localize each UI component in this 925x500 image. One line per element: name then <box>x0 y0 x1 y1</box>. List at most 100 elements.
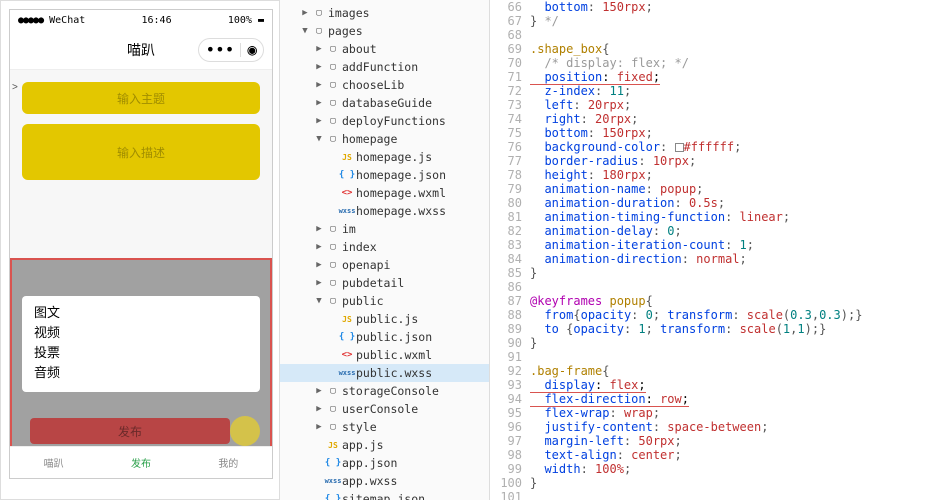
code-line[interactable]: margin-left: 50rpx; <box>530 434 925 448</box>
disclosure-arrow-icon[interactable]: ▼ <box>314 296 324 306</box>
popup-option[interactable]: 视频 <box>34 324 248 344</box>
code-line[interactable]: height: 180rpx; <box>530 168 925 182</box>
popup-menu: 图文 视频 投票 音频 <box>22 296 260 392</box>
code-line[interactable]: justify-content: space-between; <box>530 420 925 434</box>
tree-folder[interactable]: ▶▢images <box>280 4 489 22</box>
popup-option[interactable]: 图文 <box>34 304 248 324</box>
code-line[interactable]: animation-duration: 0.5s; <box>530 196 925 210</box>
popup-option[interactable]: 音频 <box>34 364 248 384</box>
code-line[interactable]: animation-name: popup; <box>530 182 925 196</box>
code-line[interactable]: /* display: flex; */ <box>530 56 925 70</box>
code-line[interactable]: .shape_box{ <box>530 42 925 56</box>
tree-folder[interactable]: ▶▢pubdetail <box>280 274 489 292</box>
code-line[interactable] <box>530 350 925 364</box>
tree-file[interactable]: wxsspublic.wxss <box>280 364 489 382</box>
code-content[interactable]: bottom: 150rpx;} */ .shape_box{ /* displ… <box>530 0 925 500</box>
code-line[interactable]: animation-direction: normal; <box>530 252 925 266</box>
code-line[interactable]: bottom: 150rpx; <box>530 126 925 140</box>
tree-folder[interactable]: ▶▢userConsole <box>280 400 489 418</box>
code-line[interactable] <box>530 28 925 42</box>
disclosure-arrow-icon[interactable]: ▶ <box>314 62 324 72</box>
capsule-button[interactable]: ••• ◉ <box>198 38 264 62</box>
disclosure-arrow-icon[interactable]: ▼ <box>300 26 310 36</box>
code-line[interactable]: flex-direction: row; <box>530 392 925 406</box>
code-line[interactable]: bottom: 150rpx; <box>530 0 925 14</box>
tree-folder[interactable]: ▼▢homepage <box>280 130 489 148</box>
tree-file[interactable]: JSpublic.js <box>280 310 489 328</box>
disclosure-arrow-icon[interactable]: ▶ <box>314 224 324 234</box>
code-editor[interactable]: 6667686970717273747576777879808182838485… <box>490 0 925 500</box>
tree-file[interactable]: <>homepage.wxml <box>280 184 489 202</box>
disclosure-arrow-icon[interactable]: ▼ <box>314 134 324 144</box>
tree-folder[interactable]: ▶▢addFunction <box>280 58 489 76</box>
more-icon[interactable]: ••• <box>205 40 234 59</box>
tree-folder[interactable]: ▶▢about <box>280 40 489 58</box>
tree-folder[interactable]: ▶▢deployFunctions <box>280 112 489 130</box>
file-tree-panel[interactable]: ▶▢images▼▢pages▶▢about▶▢addFunction▶▢cho… <box>280 0 490 500</box>
tree-folder[interactable]: ▶▢im <box>280 220 489 238</box>
code-line[interactable]: } <box>530 266 925 280</box>
disclosure-arrow-icon[interactable]: ▶ <box>314 98 324 108</box>
code-line[interactable]: } */ <box>530 14 925 28</box>
publish-button[interactable]: 发布 <box>30 418 230 444</box>
tree-folder[interactable]: ▶▢index <box>280 238 489 256</box>
code-line[interactable]: } <box>530 476 925 490</box>
disclosure-arrow-icon[interactable]: ▶ <box>314 422 324 432</box>
desc-input[interactable]: 输入描述 <box>22 124 260 180</box>
tree-file[interactable]: { }homepage.json <box>280 166 489 184</box>
code-line[interactable]: width: 100%; <box>530 462 925 476</box>
tree-folder[interactable]: ▼▢pages <box>280 22 489 40</box>
code-line[interactable]: from{opacity: 0; transform: scale(0.3,0.… <box>530 308 925 322</box>
code-line[interactable]: animation-delay: 0; <box>530 224 925 238</box>
disclosure-arrow-icon[interactable]: ▶ <box>314 80 324 90</box>
disclosure-arrow-icon[interactable]: ▶ <box>314 404 324 414</box>
disclosure-arrow-icon[interactable]: ▶ <box>300 8 310 18</box>
code-line[interactable]: animation-iteration-count: 1; <box>530 238 925 252</box>
tab-item[interactable]: 发布 <box>131 455 151 470</box>
tree-folder[interactable]: ▶▢storageConsole <box>280 382 489 400</box>
code-line[interactable] <box>530 490 925 500</box>
tree-file[interactable]: JShomepage.js <box>280 148 489 166</box>
code-line[interactable]: } <box>530 336 925 350</box>
popup-option[interactable]: 投票 <box>34 344 248 364</box>
code-line[interactable]: display: flex; <box>530 378 925 392</box>
code-line[interactable]: @keyframes popup{ <box>530 294 925 308</box>
tree-file[interactable]: wxsshomepage.wxss <box>280 202 489 220</box>
tab-item[interactable]: 我的 <box>218 455 238 470</box>
fab-button[interactable] <box>230 416 260 446</box>
file-label: index <box>342 240 377 254</box>
disclosure-arrow-icon[interactable]: ▶ <box>314 242 324 252</box>
tree-file[interactable]: JSapp.js <box>280 436 489 454</box>
code-line[interactable]: left: 20rpx; <box>530 98 925 112</box>
target-icon[interactable]: ◉ <box>247 40 257 59</box>
disclosure-arrow-icon[interactable]: ▶ <box>314 116 324 126</box>
code-line[interactable]: background-color: #ffffff; <box>530 140 925 154</box>
tree-folder[interactable]: ▼▢public <box>280 292 489 310</box>
tree-folder[interactable]: ▶▢style <box>280 418 489 436</box>
code-line[interactable]: text-align: center; <box>530 448 925 462</box>
tree-file[interactable]: <>public.wxml <box>280 346 489 364</box>
tree-file[interactable]: { }sitemap.json <box>280 490 489 500</box>
code-line[interactable]: border-radius: 10rpx; <box>530 154 925 168</box>
disclosure-arrow-icon[interactable]: ▶ <box>314 386 324 396</box>
tree-folder[interactable]: ▶▢openapi <box>280 256 489 274</box>
code-line[interactable]: .bag-frame{ <box>530 364 925 378</box>
disclosure-arrow-icon[interactable]: ▶ <box>314 278 324 288</box>
code-line[interactable]: z-index: 11; <box>530 84 925 98</box>
disclosure-arrow-icon[interactable]: ▶ <box>314 260 324 270</box>
code-line[interactable]: animation-timing-function: linear; <box>530 210 925 224</box>
disclosure-arrow-icon[interactable]: ▶ <box>314 44 324 54</box>
code-line[interactable]: position: fixed; <box>530 70 925 84</box>
json-icon: { } <box>338 332 356 342</box>
topic-input[interactable]: 输入主题 <box>22 82 260 114</box>
tree-folder[interactable]: ▶▢chooseLib <box>280 76 489 94</box>
code-line[interactable]: right: 20rpx; <box>530 112 925 126</box>
tree-file[interactable]: { }public.json <box>280 328 489 346</box>
code-line[interactable]: flex-wrap: wrap; <box>530 406 925 420</box>
code-line[interactable]: to {opacity: 1; transform: scale(1,1);} <box>530 322 925 336</box>
tree-folder[interactable]: ▶▢databaseGuide <box>280 94 489 112</box>
tree-file[interactable]: { }app.json <box>280 454 489 472</box>
tree-file[interactable]: wxssapp.wxss <box>280 472 489 490</box>
code-line[interactable] <box>530 280 925 294</box>
tab-item[interactable]: 喵趴 <box>44 455 64 470</box>
